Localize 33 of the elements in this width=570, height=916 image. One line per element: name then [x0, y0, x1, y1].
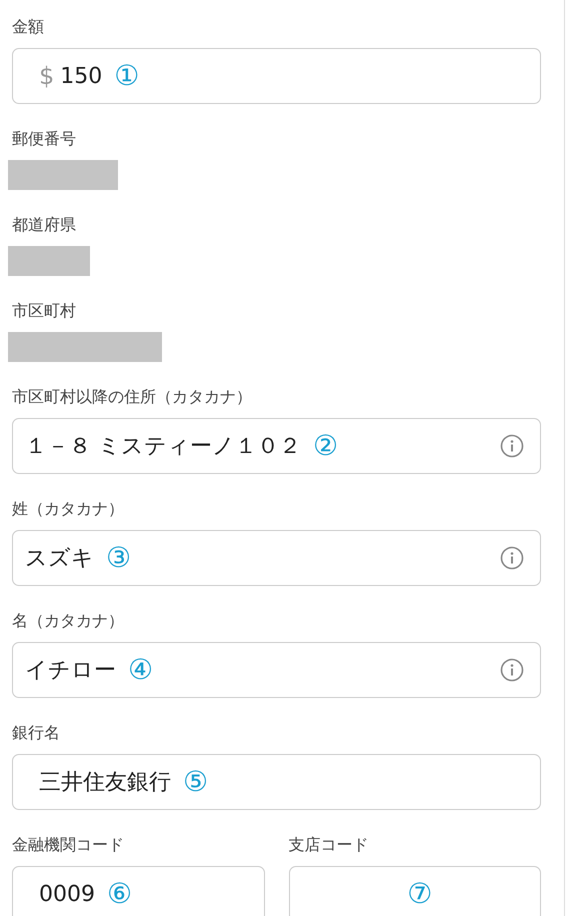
annotation-number: ① — [114, 62, 140, 90]
text-field[interactable]: １－８ ミスティーノ１０２ ② — [12, 418, 541, 474]
field-label: 金額 — [12, 16, 45, 38]
info-icon[interactable] — [500, 546, 524, 570]
field-label: 郵便番号 — [12, 128, 77, 150]
field-value: １－８ ミスティーノ１０２ — [25, 433, 301, 461]
field-label: 支店コード — [288, 834, 370, 856]
field-value: 0009 — [39, 882, 95, 906]
annotation-number: ⑦ — [407, 880, 432, 908]
field-label: 市区町村 — [12, 300, 77, 322]
field-value: 150 — [60, 64, 102, 88]
field-value: スズキ — [25, 545, 94, 573]
text-field[interactable]: イチロー ④ — [12, 642, 541, 698]
field-label: 都道府県 — [12, 214, 77, 236]
field-value: イチロー — [25, 657, 116, 685]
text-field[interactable]: スズキ ③ — [12, 530, 541, 586]
field-label: 姓（カタカナ） — [12, 498, 125, 520]
info-icon[interactable] — [500, 658, 524, 682]
field-label: 金融機関コード — [12, 834, 125, 856]
annotation-number: ③ — [106, 544, 132, 572]
text-field[interactable]: 0009 ⑥ — [12, 866, 264, 916]
text-field[interactable]: 三井住友銀行 ⑤ — [12, 754, 541, 810]
text-field[interactable]: $ 150 ① — [12, 48, 541, 104]
field-label: 名（カタカナ） — [12, 610, 125, 632]
field-label: 銀行名 — [12, 722, 61, 744]
info-icon[interactable] — [500, 434, 524, 458]
field-value: 三井住友銀行 — [39, 769, 171, 797]
annotation-number: ⑥ — [107, 880, 132, 908]
annotation-number: ② — [313, 432, 338, 460]
currency-symbol: $ — [39, 62, 54, 90]
annotation-number: ⑤ — [183, 768, 208, 796]
field-label: 市区町村以降の住所（カタカナ） — [12, 386, 253, 408]
annotation-number: ④ — [128, 656, 154, 684]
